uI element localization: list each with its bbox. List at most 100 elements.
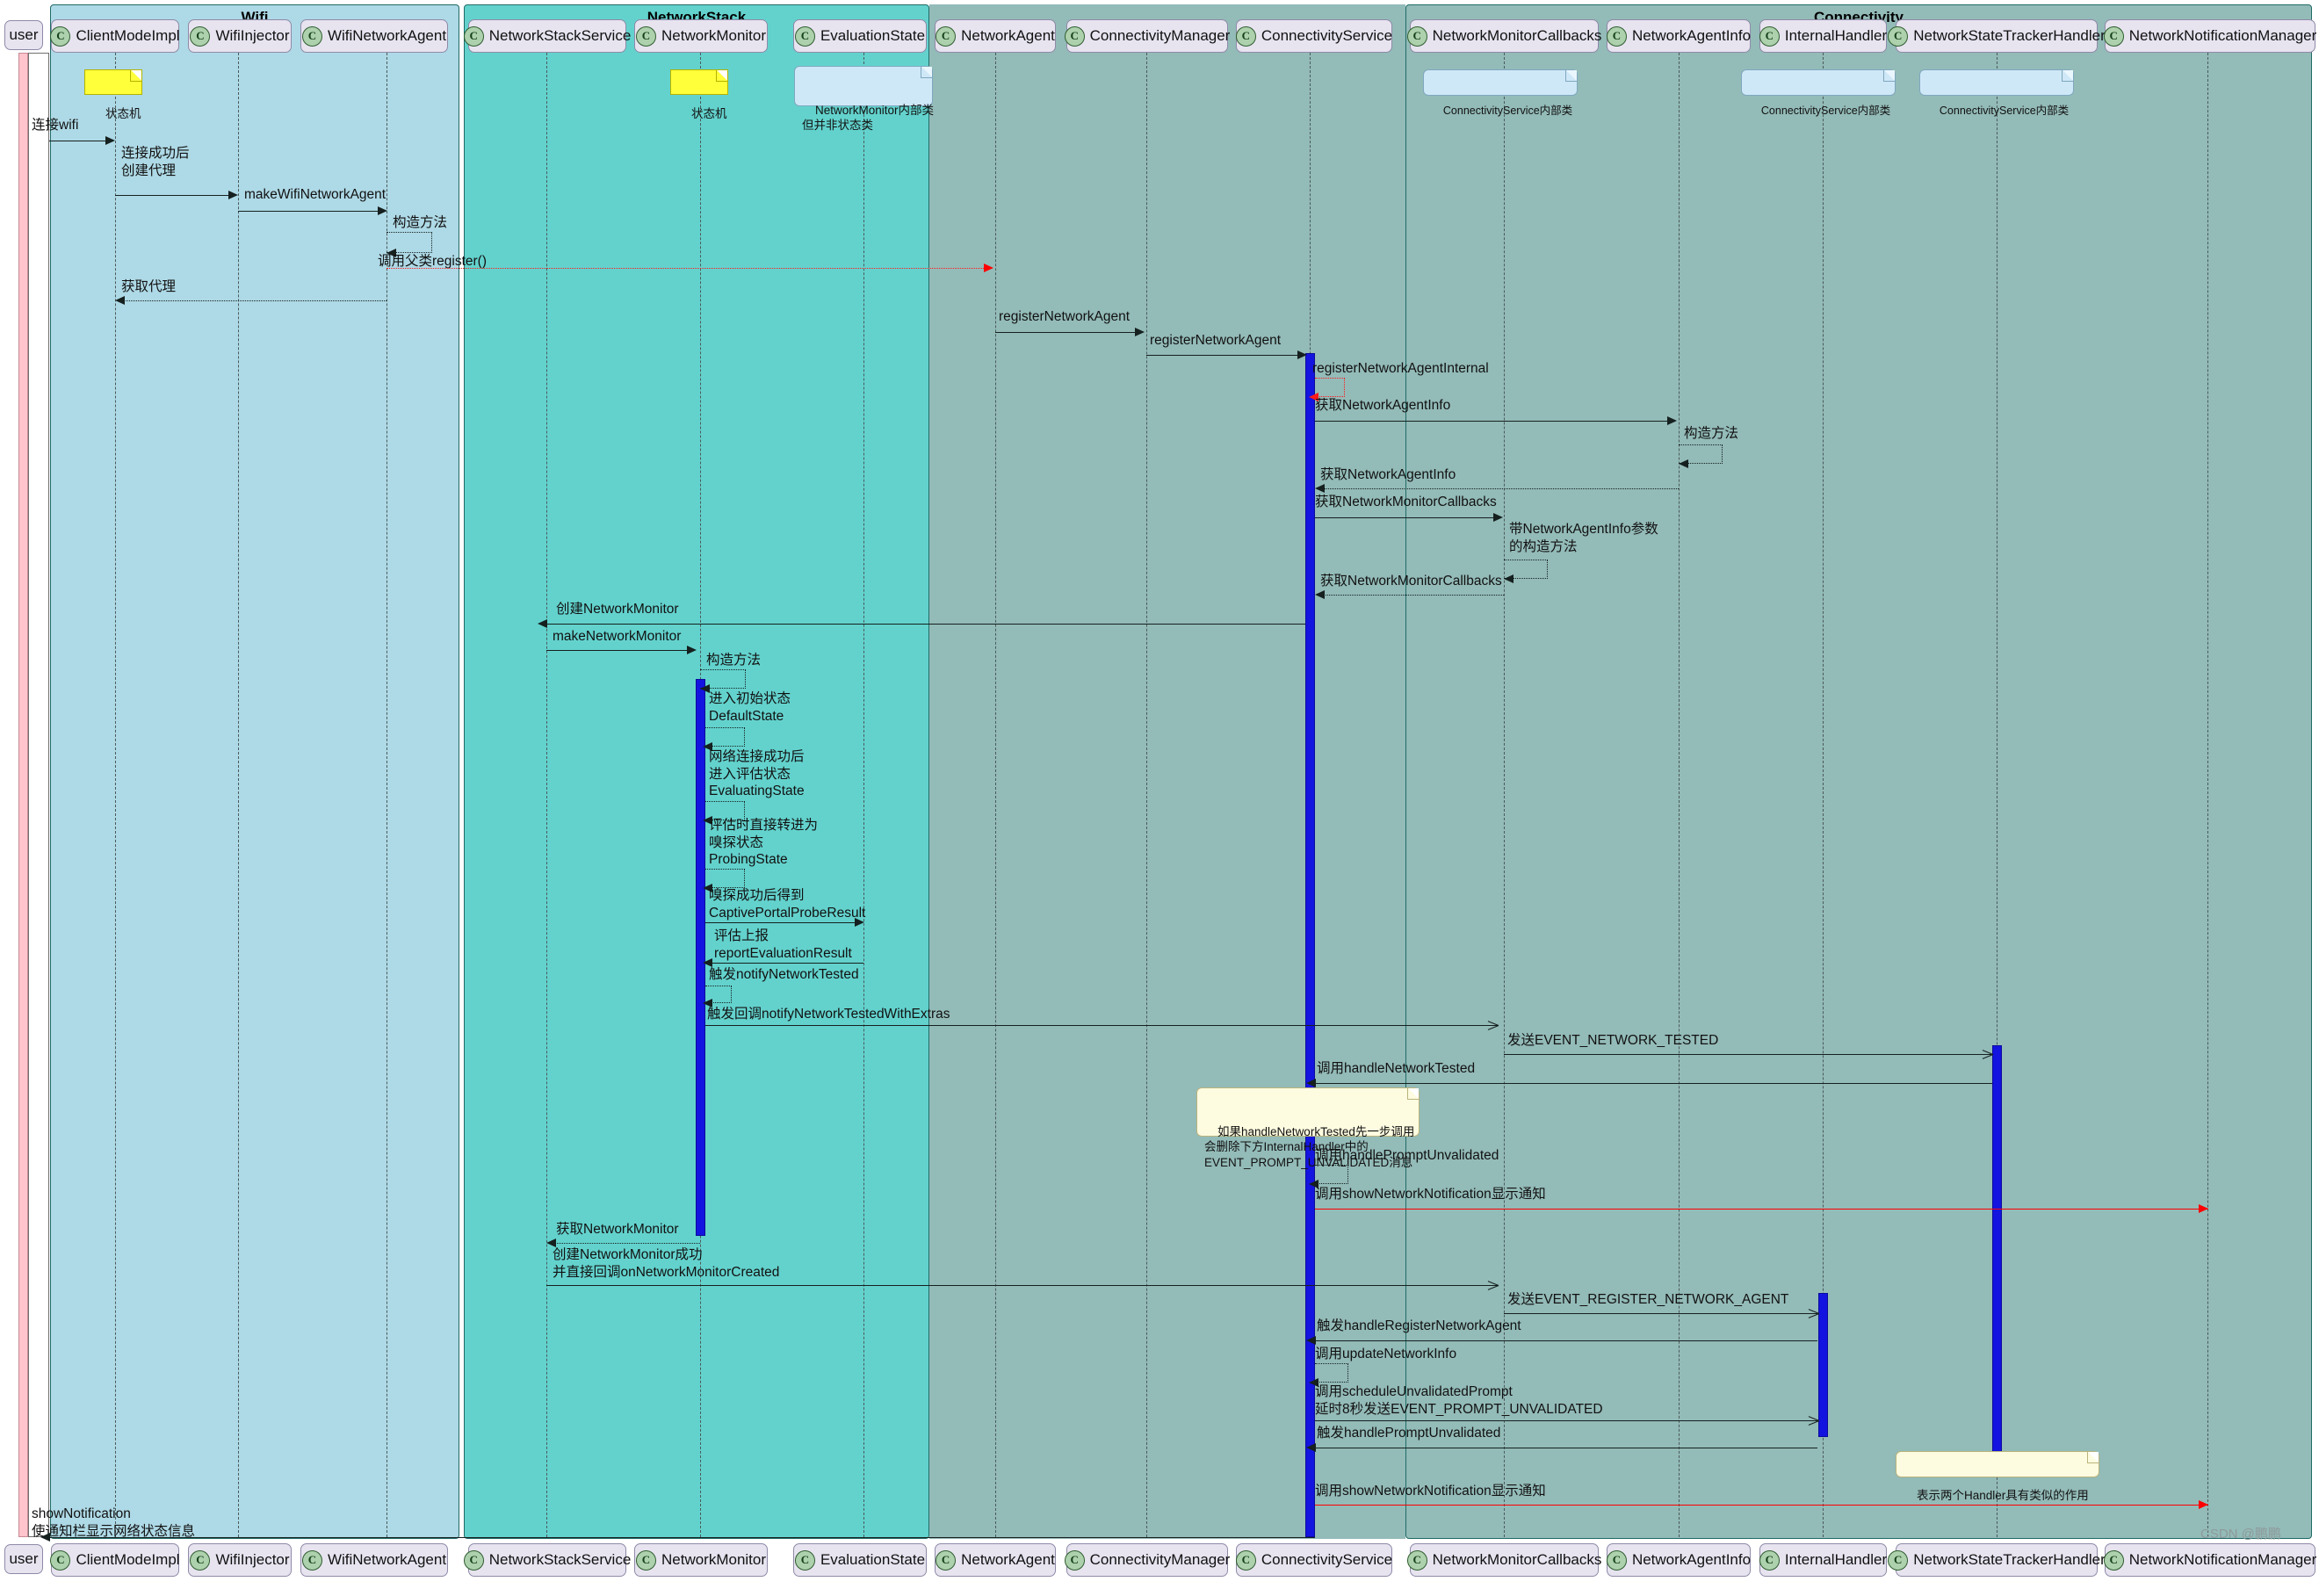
- participant-network-agent-top[interactable]: C NetworkAgent: [935, 19, 1056, 53]
- class-stereotype-icon: C: [301, 25, 322, 47]
- message-label-m36: 触发handlePromptUnvalidated: [1317, 1426, 1501, 1441]
- note-evaluation-state-inner-class: NetworkMonitor内部类 但并非状态类: [794, 66, 934, 132]
- lifeline-wifi-network-agent: [386, 53, 387, 1537]
- participant-connectivity-manager-top[interactable]: C ConnectivityManager: [1064, 19, 1230, 53]
- message-line-m26: [1504, 1054, 1991, 1055]
- message-line-m12: [1324, 488, 1679, 489]
- participant-evaluation-state-top[interactable]: C EvaluationState: [793, 19, 927, 53]
- activation-internal-handler: [1818, 1293, 1828, 1437]
- participant-label: WifiNetworkAgent: [327, 1551, 447, 1568]
- participant-network-agent-info-bottom[interactable]: C NetworkAgentInfo: [1606, 1543, 1751, 1577]
- participant-wifi-injector-bottom[interactable]: C WifiInjector: [188, 1543, 292, 1577]
- note-fold-corner: [1565, 70, 1577, 82]
- lifeline-network-monitor-callbacks: [1504, 53, 1505, 1537]
- note-two-handlers: 表示两个Handler具有类似的作用: [1896, 1451, 2099, 1502]
- class-stereotype-icon: C: [463, 1549, 484, 1571]
- message-line-m30: [555, 1243, 700, 1244]
- class-stereotype-icon: C: [1606, 25, 1627, 47]
- message-label-m31: 创建NetworkMonitor成功 并直接回调onNetworkMonitor…: [553, 1247, 780, 1280]
- class-stereotype-icon: C: [1064, 1549, 1085, 1571]
- participant-internal-handler-bottom[interactable]: C InternalHandler: [1759, 1543, 1887, 1577]
- participant-connectivity-service-bottom[interactable]: C ConnectivityService: [1235, 1543, 1392, 1577]
- message-label-m33: 触发handleRegisterNetworkAgent: [1317, 1318, 1521, 1333]
- participant-network-agent-bottom[interactable]: C NetworkAgent: [935, 1543, 1056, 1577]
- message-arrowhead-m06: [115, 296, 125, 305]
- message-label-m20: 网络连接成功后 进入评估状态 EvaluatingState: [709, 749, 805, 799]
- participant-label: ClientModeImpl: [76, 27, 180, 44]
- participant-connectivity-manager-bottom[interactable]: C ConnectivityManager: [1064, 1543, 1231, 1577]
- participant-network-notification-mgr-bottom[interactable]: C NetworkNotificationManager: [2103, 1543, 2316, 1577]
- message-label-m14: 带NetworkAgentInfo参数 的构造方法: [1509, 522, 1658, 554]
- message-label-m35: 调用scheduleUnvalidatedPrompt 延时8秒发送EVENT_…: [1315, 1384, 1603, 1417]
- participant-user-top[interactable]: user: [4, 20, 43, 50]
- participant-label: ClientModeImpl: [76, 1551, 180, 1568]
- participant-network-monitor-callbacks-bottom[interactable]: C NetworkMonitorCallbacks: [1406, 1543, 1602, 1577]
- message-label-m30: 获取NetworkMonitor: [556, 1222, 679, 1237]
- message-arrowhead-m05: [984, 264, 993, 272]
- lifeline-network-agent-info: [1679, 53, 1680, 1537]
- note-text: 状态机: [691, 106, 727, 120]
- participant-wifi-network-agent-bottom[interactable]: C WifiNetworkAgent: [300, 1543, 448, 1577]
- participant-network-monitor-callbacks-top[interactable]: C NetworkMonitorCallbacks: [1406, 19, 1601, 53]
- class-stereotype-icon: C: [635, 25, 656, 47]
- message-arrowhead-m03: [378, 206, 387, 215]
- participant-wifi-network-agent-top[interactable]: C WifiNetworkAgent: [300, 19, 448, 53]
- message-line-m27: [1315, 1083, 1992, 1084]
- message-line-m07: [995, 332, 1136, 333]
- participant-evaluation-state-bottom[interactable]: C EvaluationState: [793, 1543, 927, 1577]
- class-stereotype-icon: C: [190, 25, 211, 47]
- class-stereotype-icon: C: [1888, 1549, 1909, 1571]
- participant-label: NetworkNotificationManager: [2128, 27, 2317, 44]
- message-line-m38: [49, 1537, 1315, 1538]
- message-arrowhead-m25: [1487, 1025, 1499, 1036]
- participant-network-monitor-bottom[interactable]: C NetworkMonitor: [634, 1543, 768, 1577]
- message-line-m31: [546, 1285, 1499, 1286]
- class-stereotype-icon: C: [936, 25, 957, 47]
- message-arrowhead-m07: [1135, 328, 1145, 336]
- class-stereotype-icon: C: [190, 1549, 211, 1571]
- message-label-m16: 创建NetworkMonitor: [556, 602, 679, 617]
- note-nmc-inner-class: ConnectivityService内部类: [1423, 69, 1578, 117]
- message-label-m07: registerNetworkAgent: [999, 309, 1131, 324]
- note-fold-corner: [716, 70, 727, 82]
- message-label-m17: makeNetworkMonitor: [553, 629, 682, 644]
- activation-user-outer: [28, 53, 49, 1537]
- participant-network-stack-service-bottom[interactable]: C NetworkStackService: [463, 1543, 631, 1577]
- class-stereotype-icon: C: [1606, 1549, 1627, 1571]
- note-text: ConnectivityService内部类: [1939, 105, 2070, 117]
- participant-network-state-tracker-top[interactable]: C NetworkStateTrackerHandler: [1888, 19, 2106, 53]
- participant-client-model-impl-top[interactable]: C ClientModeImpl: [50, 19, 180, 53]
- message-arrowhead-m01: [105, 136, 115, 145]
- class-stereotype-icon: C: [794, 1549, 815, 1571]
- participant-label: NetworkAgent: [961, 1551, 1055, 1568]
- class-stereotype-icon: C: [2103, 1549, 2124, 1571]
- message-label-m02: 连接成功后 创建代理: [121, 146, 190, 178]
- note-network-monitor-state-machine: 状态机: [670, 69, 728, 120]
- class-stereotype-icon: C: [1235, 1549, 1256, 1571]
- note-fold-corner: [1883, 70, 1895, 82]
- participant-wifi-injector-top[interactable]: C WifiInjector: [188, 19, 292, 53]
- participant-network-agent-info-top[interactable]: C NetworkAgentInfo: [1606, 19, 1751, 53]
- message-label-m12: 获取NetworkAgentInfo: [1320, 467, 1456, 482]
- note-fold-corner: [1407, 1088, 1419, 1100]
- message-arrowhead-m32: [1808, 1313, 1819, 1325]
- participant-label: WifiInjector: [215, 27, 290, 44]
- participant-user-bottom[interactable]: user: [4, 1544, 43, 1574]
- participant-network-monitor-top[interactable]: C NetworkMonitor: [634, 19, 768, 53]
- participant-label: EvaluationState: [820, 27, 926, 44]
- participant-connectivity-service-top[interactable]: C ConnectivityService: [1235, 19, 1392, 53]
- class-stereotype-icon: C: [50, 25, 71, 47]
- message-line-m02: [115, 195, 233, 196]
- participant-network-state-tracker-bottom[interactable]: C NetworkStateTrackerHandler: [1888, 1543, 2106, 1577]
- participant-network-stack-service-top[interactable]: C NetworkStackService: [463, 19, 631, 53]
- class-stereotype-icon: C: [1759, 25, 1780, 47]
- group-connectivity: Connectivity: [1405, 4, 2312, 1539]
- participant-client-model-impl-bottom[interactable]: C ClientModeImpl: [50, 1543, 180, 1577]
- participant-network-notification-mgr-top[interactable]: C NetworkNotificationManager: [2103, 19, 2317, 53]
- participant-label: ConnectivityManager: [1089, 1551, 1231, 1568]
- message-line-m35: [1315, 1420, 1817, 1421]
- participant-label: NetworkMonitorCallbacks: [1432, 1551, 1602, 1568]
- participant-label: InternalHandler: [1784, 27, 1888, 44]
- participant-internal-handler-top[interactable]: C InternalHandler: [1759, 19, 1887, 53]
- message-label-m13: 获取NetworkMonitorCallbacks: [1315, 495, 1497, 509]
